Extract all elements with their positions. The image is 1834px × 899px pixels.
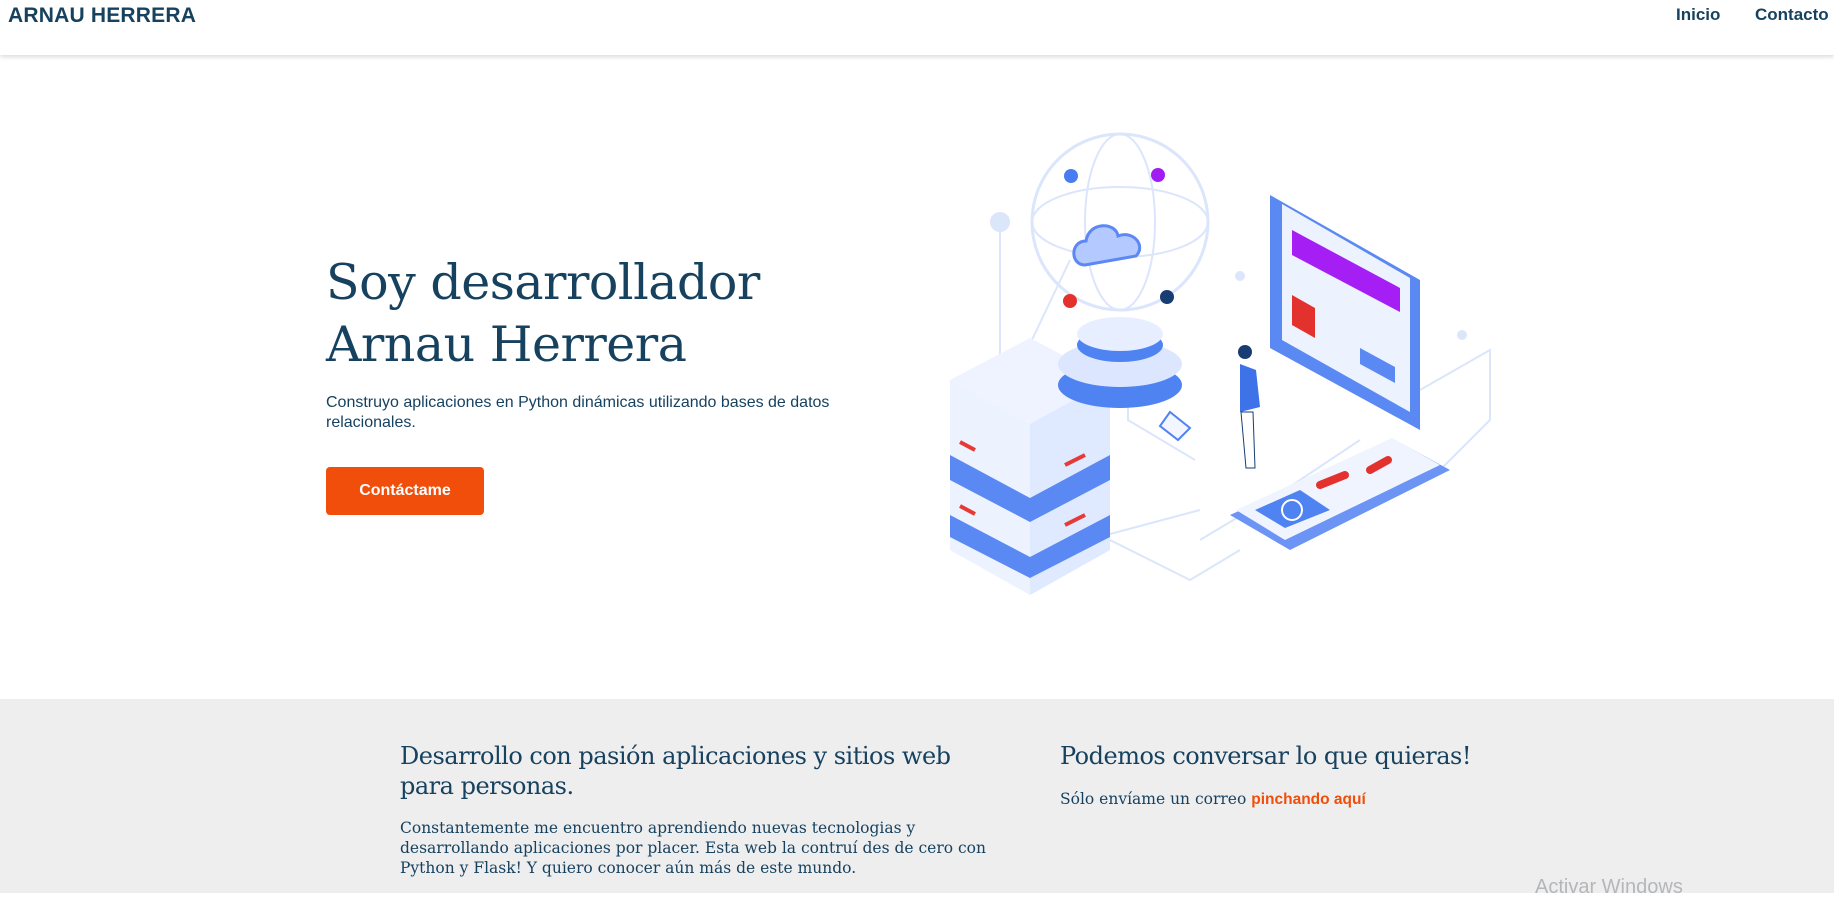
hero-description: Construyo aplicaciones en Python dinámic… [326, 394, 830, 431]
nav-link-contacto[interactable]: Contacto [1755, 5, 1829, 25]
windows-activation-watermark: Activar Windows [1535, 876, 1683, 898]
email-link[interactable]: pinchando aquí [1251, 791, 1366, 808]
contact-button[interactable]: Contáctame [326, 467, 484, 515]
pedestal-icon [1058, 317, 1182, 408]
hero-title-line1: Soy desarrollador [326, 254, 760, 311]
hero-title: Soy desarrollador Arnau Herrera [326, 252, 846, 376]
features-left-text: Constantemente me encuentro aprendiendo … [400, 819, 986, 877]
features-right-title: Podemos conversar lo que quieras! [1060, 742, 1472, 770]
contact-email-line: Sólo envíame un correo pinchando aquí [1060, 789, 1480, 810]
email-prefix-text: Sólo envíame un correo [1060, 790, 1247, 808]
cloud-icon [1072, 224, 1142, 267]
phone-icon [1230, 438, 1450, 550]
hero-title-line2: Arnau Herrera [326, 316, 687, 373]
features-left-title: Desarrollo con pasión aplicaciones y sit… [400, 742, 951, 800]
brand-logo[interactable]: ARNAU HERRERA [8, 4, 196, 28]
isometric-server-illustration [950, 132, 1491, 595]
nav-link-inicio[interactable]: Inicio [1676, 5, 1720, 25]
top-navbar: ARNAU HERRERA Inicio Contacto [0, 0, 1834, 55]
monitor-icon [1270, 195, 1420, 430]
